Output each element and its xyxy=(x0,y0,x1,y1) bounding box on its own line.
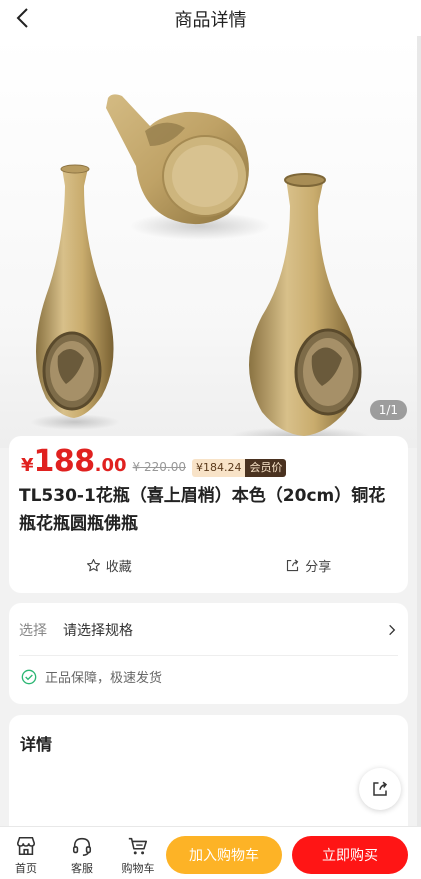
favorite-button[interactable]: 收藏 xyxy=(9,556,209,575)
tab-service[interactable]: 客服 xyxy=(62,835,102,876)
product-image xyxy=(30,94,370,445)
page-title: 商品详情 xyxy=(174,10,247,31)
spec-value: 请选择规格 xyxy=(63,623,133,639)
top-nav-bar: 商品详情 xyxy=(0,0,421,36)
share-icon xyxy=(373,781,388,796)
add-to-cart-button[interactable]: 加入购物车 xyxy=(166,836,282,874)
share-button[interactable]: 分享 xyxy=(209,556,409,575)
product-image-gallery[interactable]: 1/1 xyxy=(0,36,421,448)
share-icon xyxy=(287,559,299,572)
check-circle-icon xyxy=(21,669,37,684)
star-icon xyxy=(86,559,100,572)
tab-service-label: 客服 xyxy=(71,862,93,875)
bottom-action-bar: 首页 客服 购物车 加入购物车 立即购买 xyxy=(0,826,421,879)
product-title: TL530-1花瓶（喜上眉梢）本色（20cm）铜花瓶花瓶圆瓶佛瓶 xyxy=(19,486,386,534)
divider xyxy=(19,655,398,656)
member-tag: 会员价 xyxy=(245,459,287,477)
favorite-label: 收藏 xyxy=(105,560,132,575)
headset-icon xyxy=(72,837,92,856)
product-info-card: ¥ 188 .00 ¥ 220.00 ¥184.24 会员价 TL530-1花瓶… xyxy=(9,436,408,593)
store-icon xyxy=(16,836,36,856)
tab-home-label: 首页 xyxy=(15,862,37,875)
tab-cart[interactable]: 购物车 xyxy=(116,835,160,876)
share-label: 分享 xyxy=(305,560,332,575)
chevron-right-icon xyxy=(389,624,396,636)
price-row: ¥ 188 .00 ¥ 220.00 ¥184.24 会员价 xyxy=(21,444,287,479)
member-price-badge: ¥184.24 会员价 xyxy=(191,459,287,477)
cart-icon xyxy=(128,837,148,855)
member-price: ¥184.24 xyxy=(191,459,246,477)
spec-selector[interactable]: 选择 请选择规格 xyxy=(19,617,399,643)
buy-now-button[interactable]: 立即购买 xyxy=(292,836,408,874)
price-decimal: .00 xyxy=(94,455,127,476)
guarantee-text: 正品保障，极速发货 xyxy=(45,671,163,686)
floating-share-button[interactable] xyxy=(359,768,401,810)
tab-home[interactable]: 首页 xyxy=(6,835,46,876)
product-actions: 收藏 分享 xyxy=(9,556,408,575)
tab-cart-label: 购物车 xyxy=(121,862,155,875)
price-integer: 188 xyxy=(33,444,96,479)
detail-title: 详情 xyxy=(20,735,53,754)
spec-key: 选择 xyxy=(19,623,47,639)
original-price: ¥ 220.00 xyxy=(132,460,186,474)
spec-card: 选择 请选择规格 正品保障，极速发货 xyxy=(9,603,408,704)
image-counter: 1/1 xyxy=(369,400,407,420)
currency-symbol: ¥ xyxy=(21,455,34,476)
scroll-edge xyxy=(417,0,421,879)
guarantee-row: 正品保障，极速发货 xyxy=(21,667,162,686)
